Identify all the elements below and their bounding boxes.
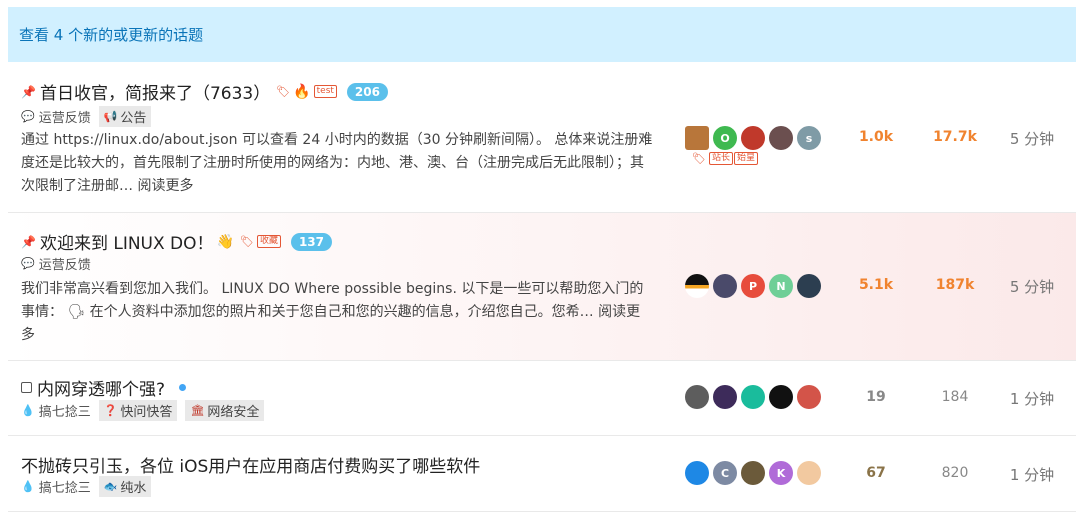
avatar[interactable]: [713, 274, 737, 298]
replies-count[interactable]: 19: [846, 389, 906, 405]
megaphone-icon: 📢: [103, 110, 118, 123]
topic-row: 📌 首日收官，简报来了（7633） 🏷 🔥 test 206 💬 运营反馈 📢 …: [8, 63, 1076, 213]
avatar[interactable]: [797, 274, 821, 298]
poster-avatars: C K: [685, 461, 825, 485]
topic-category-line: 💧 搞七捻三 ❓ 快问快答 🏛 网络安全: [21, 400, 265, 421]
replies-count[interactable]: 5.1k: [846, 277, 906, 293]
avatar[interactable]: [797, 385, 821, 409]
views-count: 184: [941, 389, 969, 405]
topic-category-line: 💧 搞七捻三 🐟 纯水: [21, 476, 152, 497]
avatar[interactable]: [741, 126, 765, 150]
avatar[interactable]: N: [769, 274, 793, 298]
unread-reply-badge[interactable]: 137: [290, 232, 333, 251]
topic-category-line: 💬 运营反馈 📢 公告: [21, 106, 152, 127]
avatar[interactable]: C: [713, 461, 737, 485]
views-count: 187k: [935, 277, 975, 293]
tag-icon: 🏷: [276, 85, 291, 98]
last-activity[interactable]: 5 分钟: [1001, 276, 1063, 297]
tag-label: 公告: [120, 111, 147, 126]
avatar[interactable]: [713, 385, 737, 409]
chat-bubbles-icon: 💬: [21, 110, 35, 123]
topic-title[interactable]: 不抛砖只引玉，各位 iOS用户在应用商店付费购买了哪些软件: [21, 452, 480, 477]
avatar[interactable]: P: [741, 274, 765, 298]
flair-badge: 始皇: [733, 152, 758, 165]
tag-chip[interactable]: ❓ 快问快答: [98, 400, 178, 421]
flair-badge: 站长: [708, 152, 733, 165]
category-label: 运营反馈: [38, 111, 91, 126]
avatar[interactable]: [797, 461, 821, 485]
question-circle-icon: ❓: [103, 404, 118, 417]
tag-label: 纯水: [120, 481, 147, 496]
category-label: 搞七捻三: [38, 481, 91, 496]
chat-bubbles-icon: 💬: [21, 257, 35, 270]
topic-title[interactable]: 欢迎来到 LINUX DO！: [40, 229, 214, 254]
read-more-link[interactable]: 阅读更多: [137, 178, 193, 194]
new-topics-banner-text: 查看 4 个新的或更新的话题: [19, 26, 204, 44]
tag-icon: 🏷: [239, 235, 254, 248]
last-activity[interactable]: 1 分钟: [1001, 464, 1063, 485]
topic-row: 不抛砖只引玉，各位 iOS用户在应用商店付费购买了哪些软件 💧 搞七捻三 🐟 纯…: [8, 436, 1076, 512]
tag-chip[interactable]: 🐟 纯水: [98, 476, 152, 497]
droplet-icon: 💧: [21, 404, 35, 417]
tag-icon: 🏷: [692, 152, 706, 165]
avatar[interactable]: K: [769, 461, 793, 485]
tag-label: 快问快答: [120, 405, 173, 420]
last-activity[interactable]: 5 分钟: [1001, 128, 1063, 149]
avatar[interactable]: s: [797, 126, 821, 150]
excerpt-text: 通过 https://linux.do/about.json 可以查看 24 小…: [21, 132, 653, 194]
avatar[interactable]: [769, 385, 793, 409]
user-flair-badges: 🏷 站长 始皇: [692, 152, 758, 165]
pin-icon: 📌: [21, 84, 36, 99]
topic-title[interactable]: 内网穿透哪个强?: [37, 375, 165, 400]
avatar[interactable]: [685, 126, 709, 150]
category-link[interactable]: 💧 搞七捻三: [21, 477, 91, 496]
views-count: 820: [941, 465, 969, 481]
category-label: 搞七捻三: [38, 405, 91, 420]
building-icon: 🏛: [190, 404, 205, 417]
last-activity[interactable]: 1 分钟: [1001, 388, 1063, 409]
topic-title[interactable]: 首日收官，简报来了（7633）: [40, 79, 270, 104]
replies-count[interactable]: 1.0k: [846, 129, 906, 145]
tag-chip[interactable]: 📢 公告: [98, 106, 152, 127]
topic-row: 📌 欢迎来到 LINUX DO！ 👋 🏷 收藏 137 💬 运营反馈 我们非常高…: [8, 213, 1076, 361]
droplet-icon: 💧: [21, 480, 35, 493]
tag-label: 网络安全: [207, 405, 260, 420]
poster-avatars: [685, 385, 825, 409]
category-link[interactable]: 💬 运营反馈: [21, 107, 91, 126]
topic-title-line: 📌 首日收官，简报来了（7633） 🏷 🔥 test 206: [21, 79, 388, 104]
topic-excerpt[interactable]: 通过 https://linux.do/about.json 可以查看 24 小…: [21, 129, 653, 198]
category-link[interactable]: 💧 搞七捻三: [21, 401, 91, 420]
avatar[interactable]: [769, 126, 793, 150]
unread-reply-badge[interactable]: 206: [346, 82, 388, 101]
topic-title-line: 📌 欢迎来到 LINUX DO！ 👋 🏷 收藏 137: [21, 229, 333, 254]
views-count: 17.7k: [933, 129, 977, 145]
avatar[interactable]: [741, 461, 765, 485]
fish-icon: 🐟: [103, 480, 118, 493]
poster-avatars: P N: [685, 274, 825, 298]
topic-excerpt[interactable]: 我们非常高兴看到您加入我们。 LINUX DO Where possible b…: [21, 278, 653, 347]
avatar[interactable]: O: [713, 126, 737, 150]
fire-icon: 🔥: [293, 83, 311, 100]
topic-tag-badge[interactable]: test: [313, 85, 337, 98]
replies-count[interactable]: 67: [846, 465, 906, 481]
question-square-icon: [21, 382, 32, 393]
new-topic-dot: [179, 384, 187, 391]
category-label: 运营反馈: [38, 258, 91, 273]
avatar[interactable]: [685, 274, 709, 298]
pin-icon: 📌: [21, 234, 36, 249]
tag-chip[interactable]: 🏛 网络安全: [185, 400, 265, 421]
topic-row: 内网穿透哪个强? 💧 搞七捻三 ❓ 快问快答 🏛 网络安全 19 184 1 分…: [8, 361, 1076, 436]
waving-hand-icon: 👋: [216, 233, 234, 250]
avatar[interactable]: [741, 385, 765, 409]
poster-avatars: O s: [685, 126, 825, 150]
topic-title-line: 内网穿透哪个强?: [21, 375, 187, 400]
excerpt-text: 我们非常高兴看到您加入我们。 LINUX DO Where possible b…: [21, 281, 644, 320]
topic-category-line: 💬 运营反馈: [21, 254, 91, 273]
avatar[interactable]: [685, 385, 709, 409]
new-topics-banner[interactable]: 查看 4 个新的或更新的话题: [8, 7, 1076, 62]
avatar[interactable]: [685, 461, 709, 485]
category-link[interactable]: 💬 运营反馈: [21, 254, 91, 273]
topic-tag-badge[interactable]: 收藏: [256, 235, 281, 248]
topic-title-line: 不抛砖只引玉，各位 iOS用户在应用商店付费购买了哪些软件: [21, 452, 480, 477]
